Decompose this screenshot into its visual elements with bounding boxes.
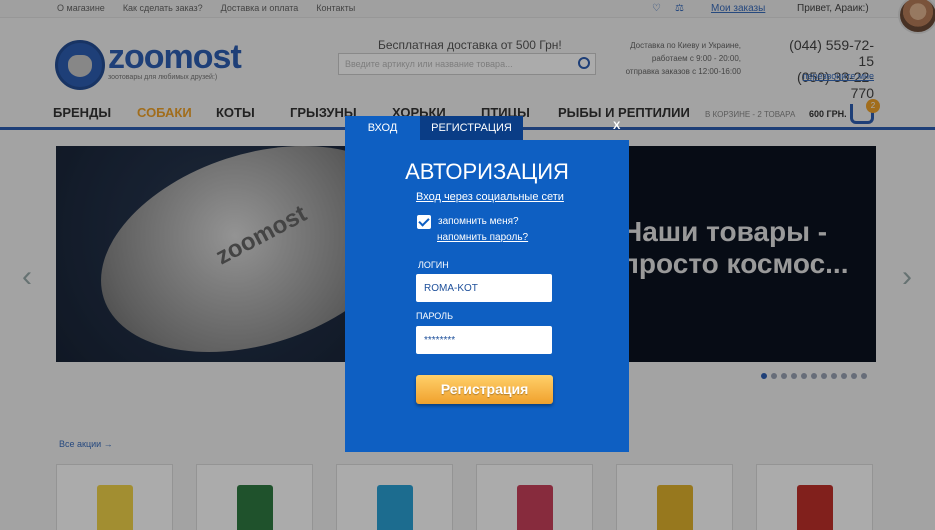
register-button[interactable]: Регистрация bbox=[416, 375, 553, 404]
login-field[interactable] bbox=[416, 274, 552, 302]
modal-title: АВТОРИЗАЦИЯ bbox=[405, 159, 569, 184]
close-icon[interactable]: X bbox=[613, 120, 620, 132]
password-field[interactable] bbox=[416, 326, 552, 354]
tab-register[interactable]: РЕГИСТРАЦИЯ bbox=[420, 116, 523, 140]
remember-me-label: запомнить меня? bbox=[438, 216, 519, 227]
social-login-link[interactable]: Вход через социальные сети bbox=[416, 191, 564, 203]
forgot-password-link[interactable]: напомнить пароль? bbox=[437, 232, 528, 243]
tab-login[interactable]: ВХОД bbox=[345, 116, 420, 140]
remember-me-checkbox[interactable] bbox=[417, 215, 431, 229]
password-label: ПАРОЛЬ bbox=[416, 311, 453, 321]
auth-modal: АВТОРИЗАЦИЯ Вход через социальные сети з… bbox=[345, 140, 629, 452]
login-label: ЛОГИН bbox=[418, 260, 449, 270]
